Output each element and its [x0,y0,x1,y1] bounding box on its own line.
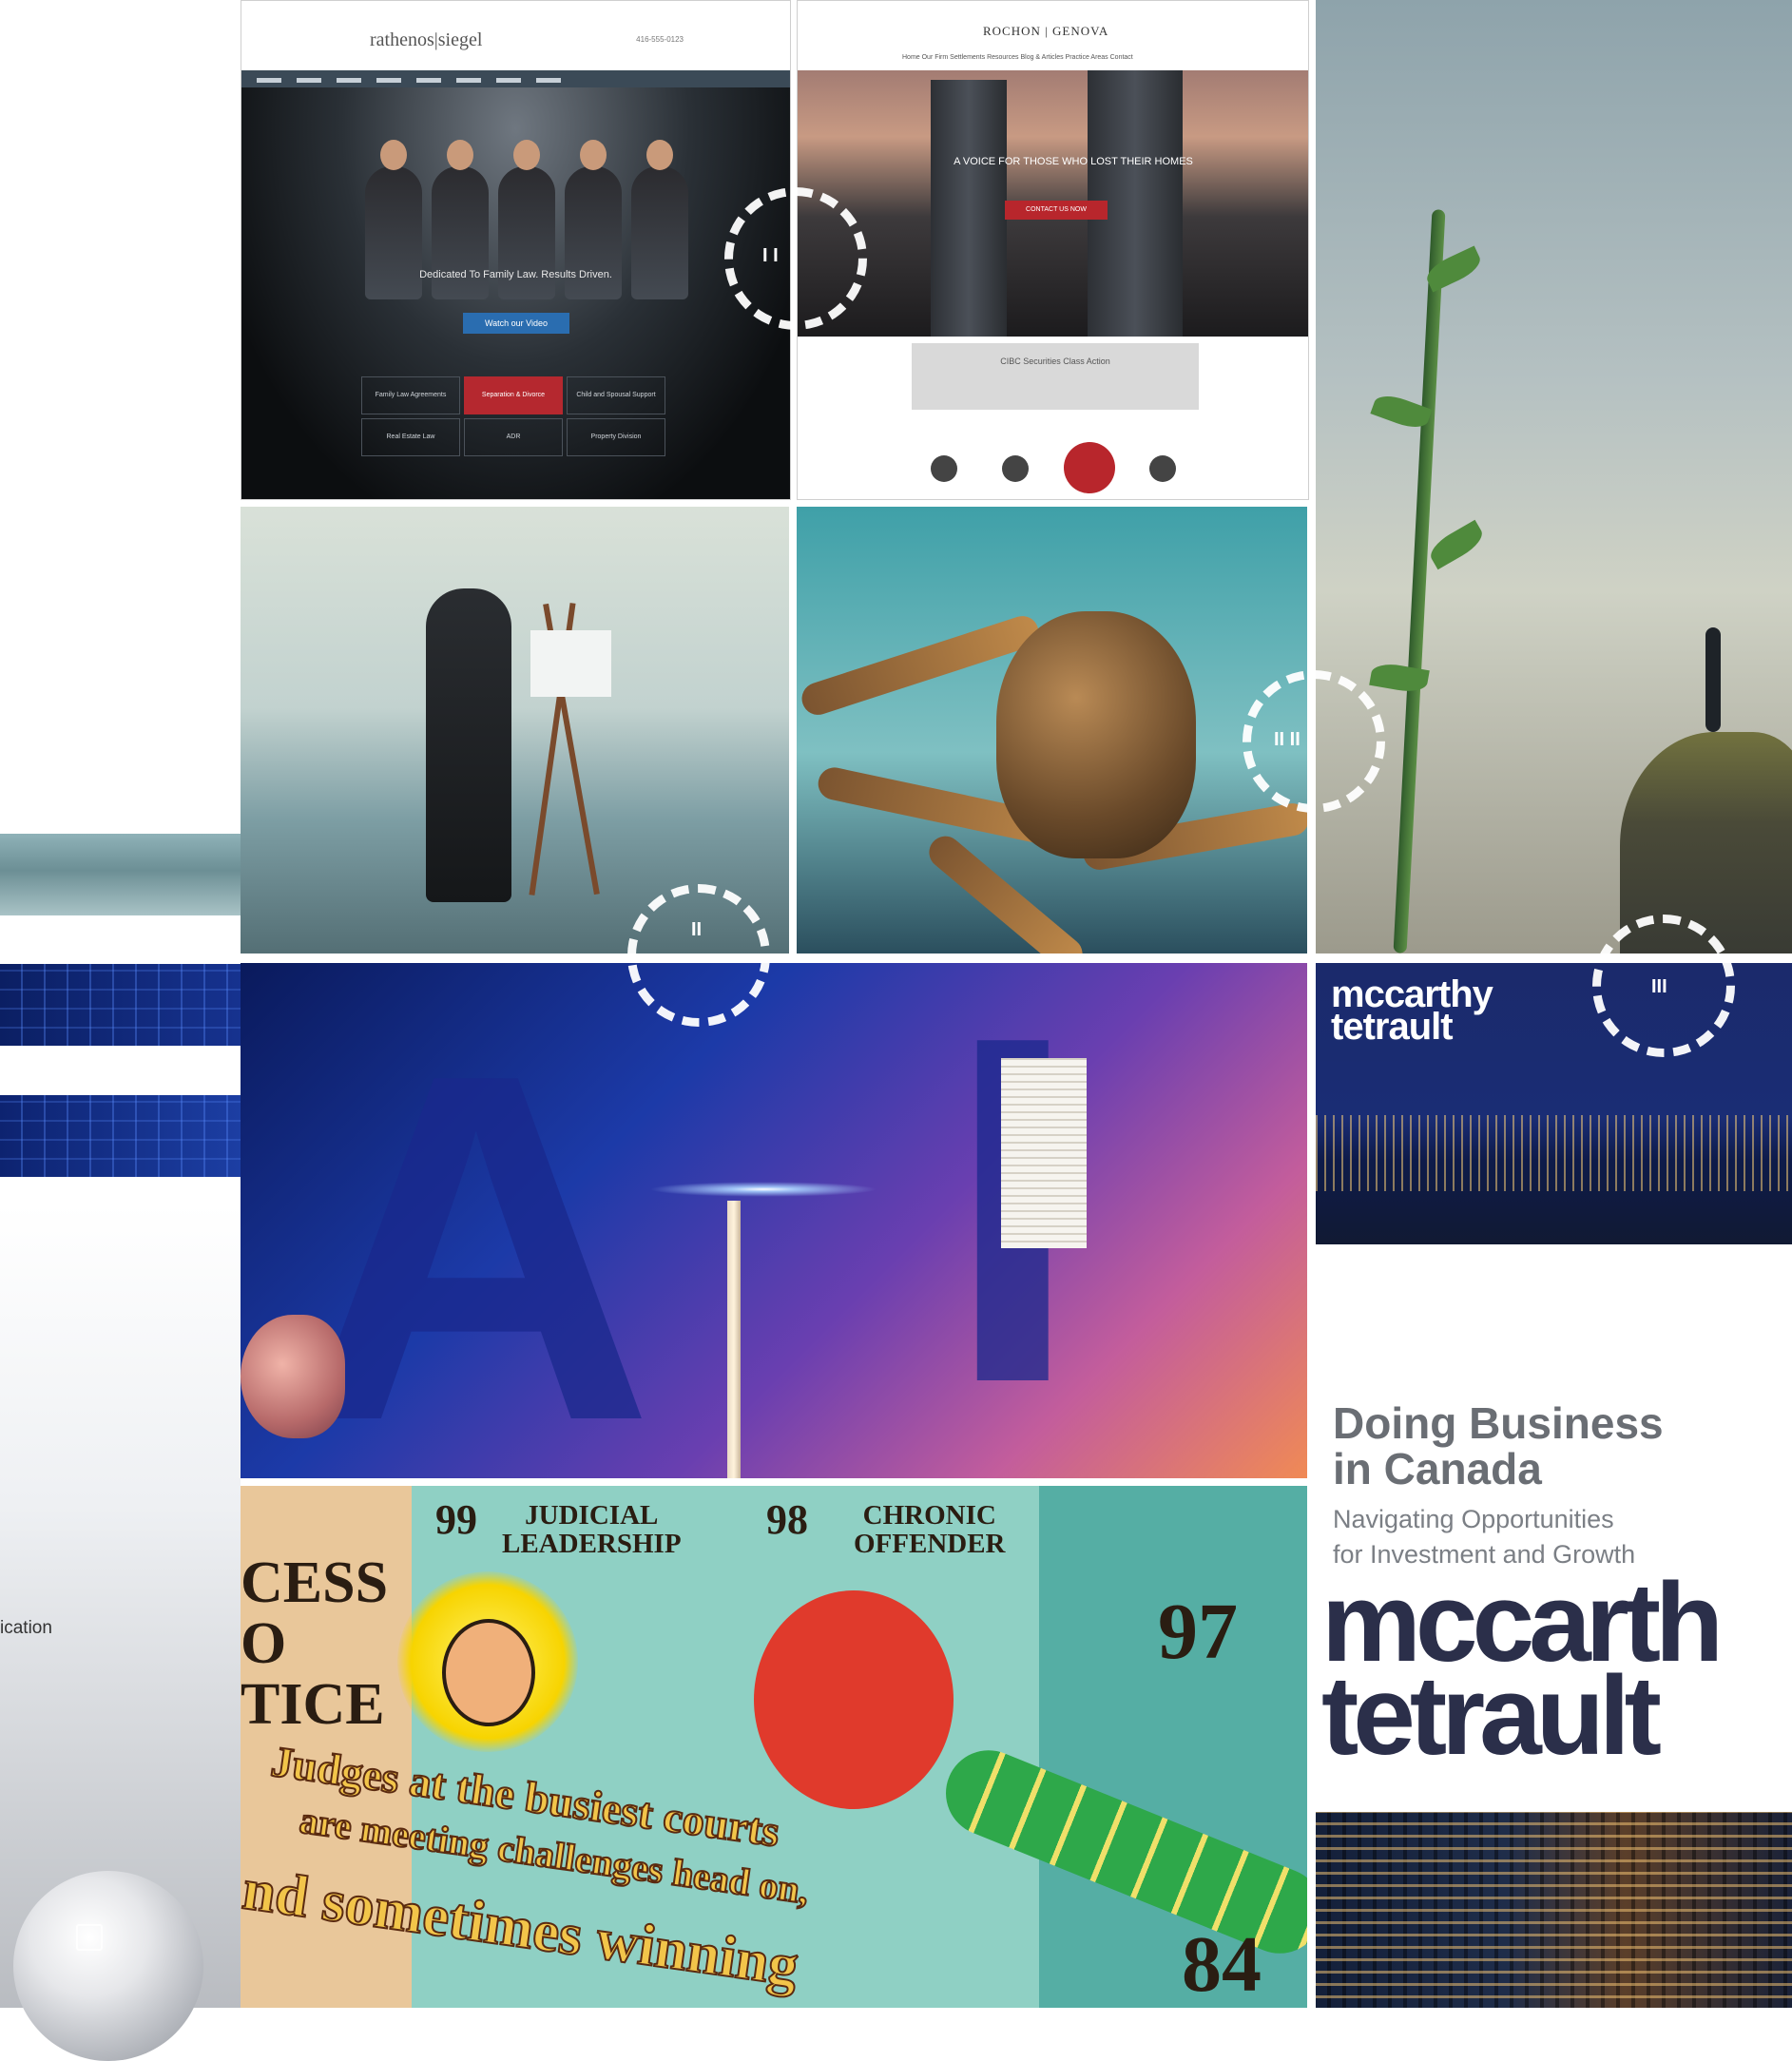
cover-subtitle-line: Navigating Opportunities [1333,1505,1614,1533]
service-cell[interactable]: Child and Spousal Support [567,376,665,414]
circle-icon[interactable] [931,455,957,482]
site-header: rathenos|siegel 416-555-0123 [241,1,790,70]
city-lights [1316,1115,1792,1191]
portfolio-tile-beanstalk-photo[interactable] [1316,0,1792,953]
site-header: ROCHON | GENOVA Home Our Firm Settlement… [798,1,1308,70]
hero-tagline: Dedicated To Family Law. Results Driven. [419,269,612,280]
square-label-98: CHRONIC OFFENDER [854,1501,1006,1558]
hero-heading: A VOICE FOR THOSE WHO LOST THEIR HOMES [954,156,1193,167]
cover-logo: mccarth tetrault [1321,1567,1724,1772]
service-cell[interactable]: Family Law Agreements [361,376,460,414]
lens-flare [649,1182,877,1197]
label-line: LEADERSHIP [502,1529,682,1559]
portfolio-tile-elephant-octopus-photo[interactable] [797,507,1307,953]
comic-access-text: CESS O TICE [241,1552,388,1735]
paper-stack-illustration [1001,1058,1087,1248]
beanstalk [1393,209,1446,953]
service-cell[interactable]: ADR [464,418,563,456]
comic-access-line: O [241,1611,287,1676]
site-phone: 416-555-0123 [636,35,684,44]
site-logo: rathenos|siegel [370,29,483,50]
circle-icon[interactable] [1149,455,1176,482]
leaf [1425,519,1488,570]
circuit-image-fragment [0,1095,241,1177]
notice-box: CIBC Securities Class Action [912,343,1199,410]
site-logo: ROCHON | GENOVA [983,24,1109,38]
service-cell-active[interactable]: Separation & Divorce [464,376,563,414]
portfolio-tile-comic-illustration[interactable]: CESS O TICE 99 JUDICIAL LEADERSHIP 98 CH… [241,1486,1307,2008]
sea-image-fragment [0,834,241,915]
pause-indicator-mark: II II [1274,729,1301,750]
cover-title-line: Doing Business [1333,1398,1664,1448]
red-blob [754,1590,954,1809]
standing-man [1705,627,1721,732]
label-line: JUDICIAL [525,1500,659,1531]
square-label-99: JUDICIAL LEADERSHIP [502,1501,682,1558]
elephant-figure [996,611,1196,858]
side-caption-text: ication [0,1618,52,1638]
city-night-photo [1316,1812,1792,2008]
tree-icon[interactable] [1064,442,1115,493]
service-cell[interactable]: Real Estate Law [361,418,460,456]
portfolio-tile-ai-illustration[interactable]: A I [241,963,1307,1478]
lightbulb-icon [13,1871,203,2061]
contact-button[interactable]: CONTACT US NOW [1005,201,1108,220]
circle-icon[interactable] [1002,455,1029,482]
label-line: CHRONIC [862,1500,996,1531]
tower-building [931,80,1007,337]
cover-title: Doing Business in Canada [1333,1400,1664,1492]
pause-indicator-mark: II [691,919,703,940]
brain-illustration [241,1315,345,1438]
cover-title-line: in Canada [1333,1444,1542,1493]
pause-indicator-mark: I I [762,245,779,266]
comic-access-line: CESS [241,1551,389,1615]
window-glyph-icon [76,1924,103,1951]
pause-indicator-ring[interactable] [1243,670,1385,813]
portfolio-tile-website-class-action[interactable]: ROCHON | GENOVA Home Our Firm Settlement… [797,0,1309,500]
cn-tower-illustration [727,1201,741,1478]
square-number-98: 98 [766,1496,808,1543]
pause-indicator-ring[interactable] [627,884,770,1027]
judge-face [442,1619,535,1726]
notice-title: CIBC Securities Class Action [1000,356,1110,366]
mccarthy-logo: mccarthy tetrault [1331,975,1493,1048]
label-line: OFFENDER [854,1529,1006,1559]
easel-canvas [530,630,611,697]
circuit-image-fragment [0,964,241,1046]
portfolio-tile-website-family-law[interactable]: rathenos|siegel 416-555-0123 Dedicated T… [241,0,791,500]
comic-access-line: TICE [241,1672,385,1737]
pause-indicator-ring[interactable] [724,187,867,330]
site-nav-bar [241,70,790,87]
square-number-99: 99 [435,1496,477,1543]
pause-indicator-mark: III [1651,976,1667,997]
service-cell[interactable]: Property Division [567,418,665,456]
logo-line: tetrault [1331,1006,1454,1048]
letter-shape-a: A [298,972,655,1479]
watch-video-button[interactable]: Watch our Video [463,313,569,334]
square-number-97: 97 [1158,1588,1238,1676]
site-nav: Home Our Firm Settlements Resources Blog… [902,54,1133,61]
portfolio-tile-publication-cover[interactable]: Doing Business in Canada Navigating Oppo… [1316,1253,1792,2008]
painter-figure [426,588,511,902]
square-number-84: 84 [1182,1920,1262,2008]
